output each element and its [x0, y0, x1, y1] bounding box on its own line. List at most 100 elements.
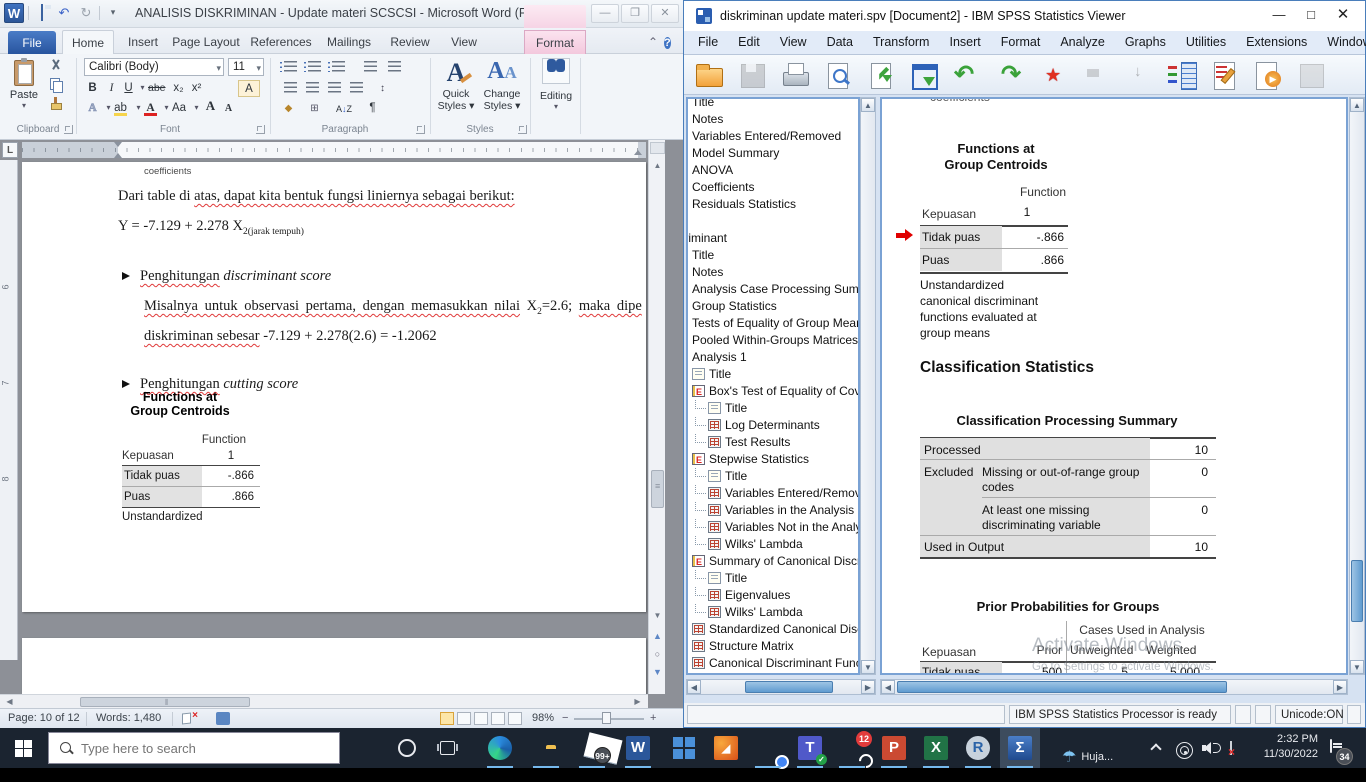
tree-item[interactable]: Title: [688, 569, 858, 586]
outline-view-button[interactable]: [491, 712, 505, 725]
close-button[interactable]: ✕: [1327, 1, 1359, 29]
font-color-button[interactable]: A: [142, 100, 159, 117]
ruler-toggle-button[interactable]: [650, 142, 665, 154]
clipboard-dialog-launcher[interactable]: [64, 125, 73, 134]
tab-insert[interactable]: Insert: [120, 30, 166, 54]
tree-item[interactable]: Residuals Statistics: [688, 195, 858, 212]
tree-item[interactable]: Variables in the Analysis: [688, 501, 858, 518]
vertical-scrollbar[interactable]: ▲ ▼ ▲ ○ ▼: [648, 140, 665, 694]
tree-item[interactable]: Variables Entered/Removed: [688, 127, 858, 144]
font-dialog-launcher[interactable]: [256, 125, 265, 134]
italic-button[interactable]: I: [103, 80, 120, 97]
taskbar-matlab[interactable]: [706, 728, 746, 768]
tab-format[interactable]: Format: [524, 30, 586, 54]
print-layout-view-button[interactable]: [440, 712, 454, 725]
indent-marker[interactable]: [114, 142, 123, 158]
export-button[interactable]: [864, 59, 898, 91]
menu-item[interactable]: Edit: [728, 31, 770, 54]
scroll-down-arrow[interactable]: ▼: [650, 608, 665, 623]
editing-button[interactable]: Editing ▾: [534, 58, 578, 132]
minimize-button[interactable]: —: [591, 4, 619, 23]
redo-button[interactable]: [993, 59, 1027, 91]
output-horizontal-scrollbar[interactable]: ◀ ▶: [880, 679, 1348, 695]
page-indicator[interactable]: Page: 10 of 12: [8, 712, 80, 724]
customize-qat-button[interactable]: ▾: [104, 4, 122, 22]
save-button[interactable]: [33, 4, 51, 22]
tree-item[interactable]: Wilks' Lambda: [688, 603, 858, 620]
clock[interactable]: 2:32 PM 11/30/2022: [1256, 732, 1318, 772]
tab-page-layout[interactable]: Page Layout: [170, 30, 242, 54]
show-paragraph-marks-button[interactable]: ¶: [364, 100, 381, 117]
menu-item[interactable]: Utilities: [1176, 31, 1236, 54]
align-center-button[interactable]: [302, 80, 322, 96]
bullets-button[interactable]: [280, 59, 300, 75]
decrease-indent-button[interactable]: [360, 59, 380, 75]
document-page-2[interactable]: [22, 638, 646, 694]
search-input[interactable]: [81, 741, 311, 756]
horizontal-ruler[interactable]: [22, 142, 646, 158]
styles-dialog-launcher[interactable]: [518, 125, 527, 134]
grow-font-button[interactable]: A: [202, 98, 219, 115]
superscript-button[interactable]: x²: [188, 80, 205, 97]
taskbar-search[interactable]: [48, 732, 340, 764]
numbering-button[interactable]: [304, 59, 324, 75]
tree-item[interactable]: Functions at Group Centroids: [688, 671, 858, 675]
tree-item[interactable]: Notes: [688, 263, 858, 280]
next-page-button[interactable]: ▼: [650, 664, 665, 680]
horizontal-scroll-thumb[interactable]: [80, 697, 250, 707]
change-case-button[interactable]: Aa: [170, 100, 188, 117]
taskbar-whatsapp[interactable]: 12: [832, 728, 872, 768]
change-styles-button[interactable]: AA Change Styles ▾: [480, 58, 524, 132]
multilevel-list-button[interactable]: [328, 59, 348, 75]
tree-item[interactable]: Coefficients: [688, 178, 858, 195]
vertical-ruler[interactable]: 6 7 8: [0, 160, 18, 660]
close-button[interactable]: ✕: [651, 4, 679, 23]
web-layout-view-button[interactable]: [474, 712, 488, 725]
menu-item[interactable]: Analyze: [1050, 31, 1114, 54]
zoom-in-button[interactable]: +: [650, 712, 656, 724]
scroll-down-arrow[interactable]: ▼: [1350, 660, 1364, 674]
run-button[interactable]: [1251, 59, 1285, 91]
zoom-slider-knob[interactable]: [602, 712, 611, 724]
align-left-button[interactable]: [280, 80, 300, 96]
menu-item[interactable]: File: [688, 31, 728, 54]
scroll-left-arrow[interactable]: ◀: [2, 695, 17, 708]
output-vertical-scrollbar[interactable]: ▲ ▼: [1349, 97, 1365, 675]
menu-item[interactable]: Graphs: [1115, 31, 1176, 54]
copy-button[interactable]: [46, 78, 66, 95]
recall-dialog-button[interactable]: [907, 59, 941, 91]
goto-variable-button[interactable]: [1079, 59, 1113, 91]
tree-item[interactable]: Eigenvalues: [688, 586, 858, 603]
scroll-left-arrow[interactable]: ◀: [687, 680, 701, 694]
taskbar-teams[interactable]: ✓: [790, 728, 830, 768]
vertical-scroll-thumb[interactable]: [651, 470, 664, 508]
maximize-button[interactable]: ❐: [621, 4, 649, 23]
format-painter-button[interactable]: [46, 97, 66, 114]
clear-formatting-button[interactable]: A: [238, 80, 260, 97]
cortana-button[interactable]: [398, 739, 416, 757]
right-indent-marker[interactable]: [634, 150, 642, 155]
menu-item[interactable]: Window: [1317, 31, 1366, 54]
menu-item[interactable]: Data: [817, 31, 863, 54]
proofing-status-icon[interactable]: [182, 712, 197, 726]
minimize-button[interactable]: —: [1263, 1, 1295, 29]
variables-button[interactable]: [1165, 59, 1199, 91]
paragraph-dialog-launcher[interactable]: [416, 125, 425, 134]
taskbar-powerpoint[interactable]: [874, 728, 914, 768]
undo-button[interactable]: ↶: [55, 4, 73, 22]
taskbar-edge[interactable]: [480, 728, 520, 768]
insert-variable-button[interactable]: [1122, 59, 1156, 91]
tree-item[interactable]: Stepwise Statistics: [688, 450, 858, 467]
scroll-right-arrow[interactable]: ▶: [1333, 680, 1347, 694]
tab-home[interactable]: Home: [62, 30, 114, 54]
scroll-thumb[interactable]: [1351, 560, 1363, 622]
tab-view[interactable]: View: [442, 30, 486, 54]
tree-item[interactable]: Box's Test of Equality of Covariance Mat…: [688, 382, 858, 399]
outline-horizontal-scrollbar[interactable]: ◀ ▶: [686, 679, 876, 695]
bold-button[interactable]: B: [84, 80, 101, 97]
tree-item[interactable]: ANOVA: [688, 161, 858, 178]
draft-view-button[interactable]: [508, 712, 522, 725]
tree-item[interactable]: Group Statistics: [688, 297, 858, 314]
outline-vertical-scrollbar[interactable]: ▲ ▼: [860, 97, 876, 675]
taskbar-office[interactable]: [664, 728, 704, 768]
